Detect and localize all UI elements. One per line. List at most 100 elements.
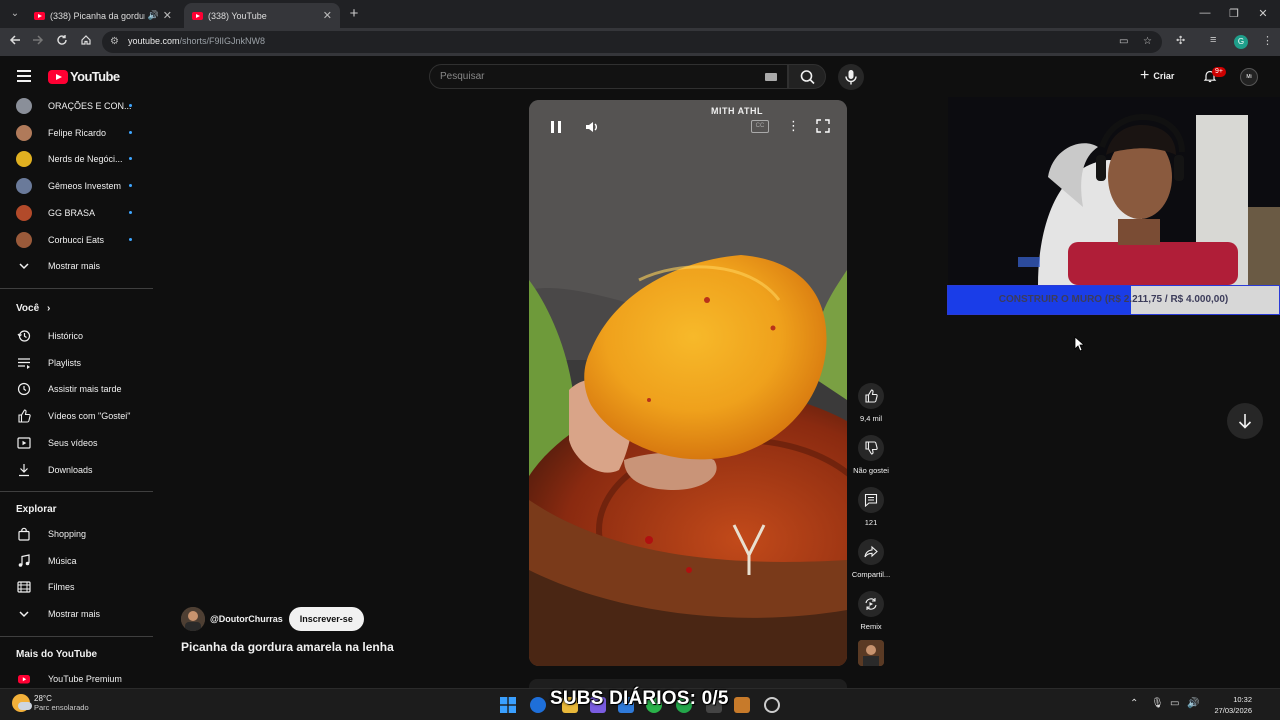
sidebar-subscription-item[interactable]: Corbucci Eats (0, 229, 150, 251)
share-icon (858, 539, 884, 565)
steam-icon[interactable] (764, 697, 780, 713)
like-button[interactable]: 9,4 mil (848, 383, 894, 423)
next-short-button[interactable] (1227, 403, 1263, 439)
restore-icon[interactable]: ❐ (1227, 7, 1241, 20)
reload-button[interactable] (54, 34, 70, 50)
sidebar-subscription-item[interactable]: Gêmeos Investem (0, 175, 150, 197)
address-bar[interactable]: ⚙ youtube.com/shorts/F9lIGJnkNW8 ▭ ☆ (102, 31, 1162, 53)
back-button[interactable] (7, 34, 23, 50)
comments-button[interactable]: 121 (848, 487, 894, 527)
new-tab-button[interactable]: + (346, 6, 362, 22)
film-icon (16, 579, 32, 595)
dislike-label: Não gostei (853, 466, 889, 475)
sidebar-you-item[interactable]: Seus vídeos (0, 432, 150, 454)
show-more-subscriptions[interactable]: Mostrar mais (0, 255, 150, 277)
show-more-label: Mostrar mais (48, 609, 101, 619)
sidebar-subscription-label: Gêmeos Investem (48, 181, 122, 192)
extensions-icon[interactable]: ✣ (1176, 34, 1185, 47)
short-title[interactable]: Picanha da gordura amarela na lenha (181, 640, 394, 654)
browser-menu-icon[interactable]: ⋮ (1262, 34, 1273, 47)
channel-avatar-image (16, 231, 32, 248)
sidebar-explore-item[interactable]: Filmes (0, 576, 150, 598)
browser-tab-short[interactable]: (338) Picanha da gordura amarela na lenh… (26, 3, 180, 28)
tray-overflow-icon[interactable]: ⌃ (1130, 698, 1138, 709)
sidebar-you-label: Seus vídeos (48, 437, 98, 448)
sidebar-you-item[interactable]: Assistir mais tarde (0, 378, 150, 400)
account-avatar[interactable]: Mi (1240, 68, 1258, 86)
short-video-player[interactable]: MITH ATHL CC ⋮ (529, 100, 847, 666)
sidebar-subscription-item[interactable]: GG BRASA (0, 202, 150, 224)
app-icon[interactable] (734, 697, 750, 713)
voice-search-button[interactable] (838, 64, 864, 90)
new-content-dot (129, 210, 132, 214)
channel-avatar[interactable] (181, 607, 205, 631)
tab-title: (338) YouTube (208, 10, 267, 21)
subscribe-button[interactable]: Inscrever-se (288, 607, 364, 631)
share-button[interactable]: Compartil... (848, 539, 894, 579)
show-more-explore[interactable]: Mostrar mais (0, 603, 150, 625)
captions-icon[interactable]: CC (751, 120, 769, 133)
microphone-tray-icon[interactable]: 🎙 (1151, 698, 1164, 709)
media-controls-icon[interactable]: ≡ (1210, 34, 1216, 46)
tab-close-icon[interactable]: ✕ (323, 9, 332, 22)
youtube-logo[interactable]: YouTube (48, 69, 120, 84)
network-icon[interactable]: ▭ (1170, 698, 1179, 709)
minimize-icon[interactable]: — (1198, 7, 1212, 19)
explore-section-heading: Explorar (16, 504, 57, 515)
donation-goal-text: CONSTRUIR O MURO (R$ 2.211,75 / R$ 4.000… (998, 294, 1229, 305)
more-options-icon[interactable]: ⋮ (787, 118, 800, 134)
sidebar-you-item[interactable]: Vídeos com "Gostei" (0, 405, 150, 427)
sidebar-subscription-item[interactable]: ORAÇÕES E CON... (0, 95, 150, 117)
comments-count: 121 (864, 518, 878, 527)
tab-search-chevron-icon[interactable]: ⌄ (8, 7, 22, 21)
channel-avatar (16, 178, 32, 195)
tab-audio-icon[interactable]: 🔊 (148, 10, 159, 21)
browser-tab-youtube[interactable]: (338) YouTube ✕ (184, 3, 340, 28)
new-content-dot (129, 237, 132, 241)
channel-avatar-image (16, 98, 32, 114)
keyboard-icon[interactable] (765, 73, 777, 81)
volume-tray-icon[interactable]: 🔊 (1187, 698, 1199, 709)
cast-icon[interactable]: ▭ (1119, 36, 1128, 47)
channel-handle[interactable]: @DoutorChurras (210, 614, 283, 624)
clock-icon (16, 381, 32, 397)
chevron-right-icon: › (46, 303, 51, 314)
you-heading-label: Você (16, 303, 40, 314)
sidebar-subscription-item[interactable]: Nerds de Negóci... (0, 148, 150, 170)
mute-button[interactable] (584, 119, 600, 140)
sidebar-explore-item[interactable]: Música (0, 550, 150, 572)
search-input[interactable]: Pesquisar (429, 64, 788, 89)
guide-menu-icon[interactable] (17, 70, 31, 82)
youtube-favicon-icon (34, 11, 45, 20)
next-short-preview[interactable] (529, 679, 847, 688)
sidebar-you-item[interactable]: Downloads (0, 459, 150, 481)
sidebar-you-item[interactable]: Histórico (0, 325, 150, 347)
system-clock[interactable]: 10:32 27/03/2026 (1204, 694, 1252, 716)
search-button[interactable] (788, 64, 826, 89)
remix-button[interactable]: Remix (848, 591, 894, 631)
sidebar-explore-item[interactable]: Shopping (0, 523, 150, 545)
create-button[interactable]: + Criar (1140, 67, 1174, 85)
sidebar-you-item[interactable]: Playlists (0, 352, 150, 374)
sidebar-subscription-item[interactable]: Felipe Ricardo (0, 122, 150, 144)
edge-icon[interactable] (530, 697, 546, 713)
dislike-button[interactable]: Não gostei (848, 435, 894, 475)
channel-avatar-image (16, 151, 32, 168)
share-label: Compartil... (851, 570, 891, 579)
bookmark-star-icon[interactable]: ☆ (1143, 36, 1152, 47)
you-section-heading[interactable]: Você › (16, 303, 50, 314)
weather-widget[interactable]: 28°C Parc ensolarado (12, 694, 89, 712)
sound-thumbnail[interactable] (858, 640, 884, 666)
site-info-icon[interactable]: ⚙ (110, 36, 122, 48)
video-frame (529, 100, 847, 666)
sidebar-subscription-label: Corbucci Eats (48, 234, 105, 245)
pause-button[interactable] (549, 120, 563, 139)
profile-avatar[interactable]: G (1234, 35, 1248, 49)
home-button[interactable] (78, 34, 94, 50)
window-close-icon[interactable]: ✕ (1256, 7, 1270, 20)
fullscreen-button[interactable] (816, 119, 830, 138)
tab-close-icon[interactable]: ✕ (163, 9, 172, 22)
forward-button[interactable] (30, 34, 46, 50)
sidebar-more-item[interactable]: YouTube Premium (0, 668, 150, 690)
windows-start-icon[interactable] (500, 697, 516, 713)
